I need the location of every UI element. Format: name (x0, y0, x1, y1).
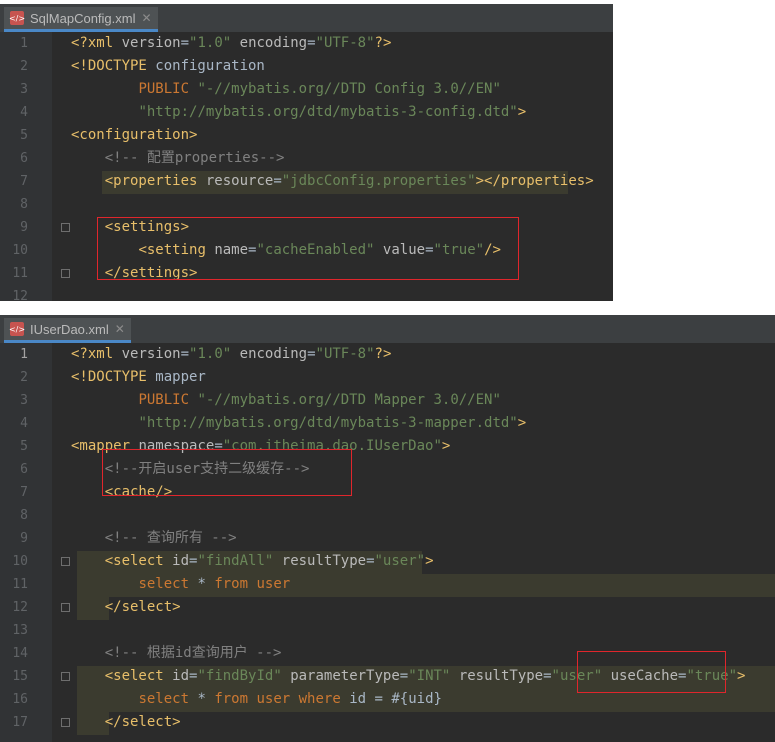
fold-marker-icon[interactable] (61, 557, 70, 566)
xml-file-icon: </> (9, 11, 25, 25)
line-number: 3 (20, 393, 28, 408)
tab-label: SqlMapConfig.xml (30, 10, 136, 26)
settings-highlight-box (97, 217, 519, 280)
fold-marker-icon[interactable] (61, 718, 70, 727)
tab-sqlmapconfig[interactable]: </> SqlMapConfig.xml ✕ (4, 7, 158, 32)
code-line[interactable]: <!-- 配置properties--> (71, 147, 613, 170)
line-number: 4 (20, 416, 28, 431)
line-number: 17 (12, 715, 28, 730)
code-line[interactable]: PUBLIC "-//mybatis.org//DTD Mapper 3.0//… (71, 389, 775, 412)
line-number: 2 (20, 370, 28, 385)
code-line[interactable]: </select> (71, 711, 775, 734)
code-line[interactable]: <configuration> (71, 124, 613, 147)
code-line[interactable] (71, 504, 775, 527)
code-line[interactable]: </select> (71, 596, 775, 619)
code-line[interactable]: <properties resource="jdbcConfig.propert… (71, 170, 613, 193)
close-icon[interactable]: ✕ (142, 11, 152, 25)
line-number: 16 (12, 692, 28, 707)
xml-file-icon: </> (9, 322, 25, 336)
code-line[interactable] (71, 285, 613, 301)
fold-marker-icon[interactable] (61, 269, 70, 278)
line-number: 6 (20, 462, 28, 477)
line-number: 8 (20, 197, 28, 212)
code-line[interactable]: <!DOCTYPE configuration (71, 55, 613, 78)
cache-highlight-box (102, 449, 352, 496)
code-line[interactable]: <!DOCTYPE mapper (71, 366, 775, 389)
line-number: 12 (12, 289, 28, 301)
usecache-highlight-box (577, 651, 726, 693)
line-number: 2 (20, 59, 28, 74)
line-number: 15 (12, 669, 28, 684)
line-number: 3 (20, 82, 28, 97)
code-line[interactable]: <?xml version="1.0" encoding="UTF-8"?> (71, 343, 775, 366)
tab-iuserdao[interactable]: </> IUserDao.xml ✕ (4, 318, 131, 343)
line-number: 1 (20, 347, 28, 362)
code-line[interactable]: <select id="findAll" resultType="user"> (71, 550, 775, 573)
tab-bar: </> IUserDao.xml ✕ (0, 315, 775, 343)
line-number: 8 (20, 508, 28, 523)
line-number: 1 (20, 36, 28, 51)
line-number: 5 (20, 128, 28, 143)
code-line[interactable]: PUBLIC "-//mybatis.org//DTD Config 3.0//… (71, 78, 613, 101)
line-number: 14 (12, 646, 28, 661)
close-icon[interactable]: ✕ (115, 322, 125, 336)
code-line[interactable]: <!-- 查询所有 --> (71, 527, 775, 550)
line-number: 9 (20, 220, 28, 235)
line-number: 9 (20, 531, 28, 546)
tab-label: IUserDao.xml (30, 321, 109, 337)
line-number: 12 (12, 600, 28, 615)
line-number: 11 (12, 266, 28, 281)
code-line[interactable]: "http://mybatis.org/dtd/mybatis-3-mapper… (71, 412, 775, 435)
tab-bar: </> SqlMapConfig.xml ✕ (0, 4, 613, 32)
code-line[interactable]: <?xml version="1.0" encoding="UTF-8"?> (71, 32, 613, 55)
line-number: 5 (20, 439, 28, 454)
fold-marker-icon[interactable] (61, 672, 70, 681)
code-line[interactable] (71, 619, 775, 642)
line-number: 6 (20, 151, 28, 166)
code-line[interactable]: select * from user (71, 573, 775, 596)
line-number: 7 (20, 485, 28, 500)
line-number: 10 (12, 554, 28, 569)
line-number: 4 (20, 105, 28, 120)
code-line[interactable] (71, 193, 613, 216)
fold-marker-icon[interactable] (61, 223, 70, 232)
line-number: 10 (12, 243, 28, 258)
line-number: 7 (20, 174, 28, 189)
line-number: 13 (12, 623, 28, 638)
code-line[interactable]: "http://mybatis.org/dtd/mybatis-3-config… (71, 101, 613, 124)
fold-marker-icon[interactable] (61, 603, 70, 612)
line-number: 11 (12, 577, 28, 592)
